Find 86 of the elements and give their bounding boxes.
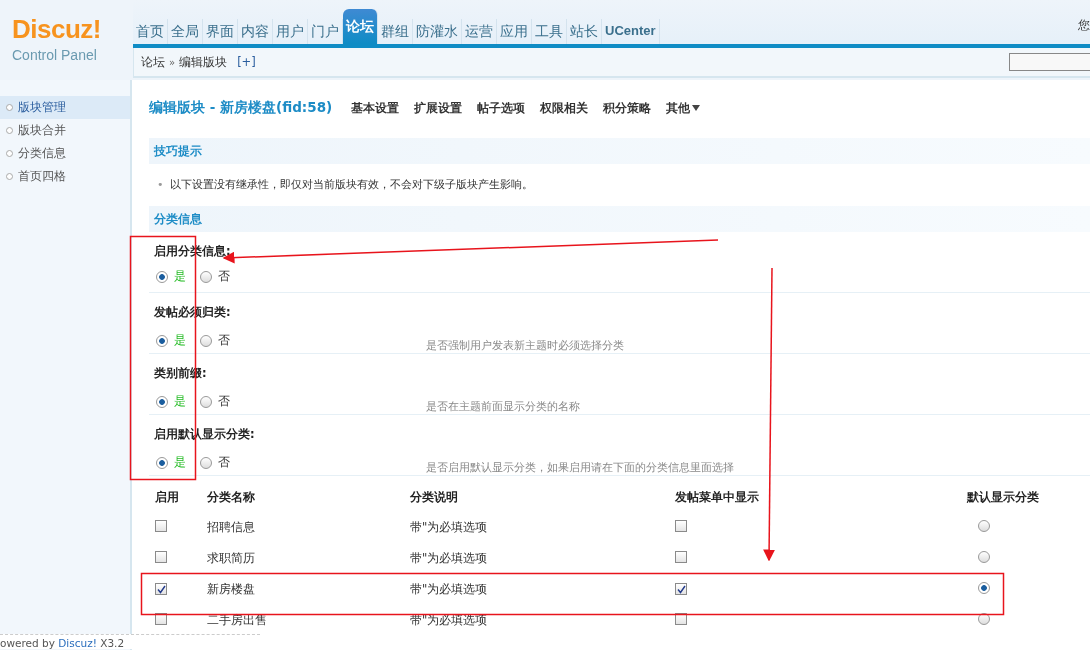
option-label: 否 [218, 394, 230, 409]
radio-button[interactable] [200, 270, 212, 283]
radio-button[interactable] [978, 520, 990, 532]
bullet-icon [6, 104, 13, 111]
column-header: 发帖菜单中显示 [674, 489, 760, 505]
checkbox[interactable] [155, 520, 167, 532]
checkbox[interactable] [155, 613, 167, 625]
section-tab[interactable]: 帖子选项 [477, 100, 526, 116]
checkbox[interactable] [155, 551, 167, 563]
footer-text: owered by Discuz! X3.2 [0, 634, 260, 649]
section-tab[interactable]: 权限相关 [540, 100, 589, 116]
section-tab[interactable]: 基本设置 [351, 100, 400, 116]
table-cell-text: 带"为必填选项 [409, 551, 489, 566]
radio-button[interactable] [978, 551, 990, 563]
option-label: 否 [218, 333, 230, 348]
option-label: 是 [174, 455, 186, 470]
radio-button[interactable] [200, 334, 212, 347]
add-shortcut-link[interactable]: [+] [237, 55, 256, 69]
nav-tab[interactable]: 首页 [133, 19, 168, 44]
radio-button[interactable] [156, 456, 168, 469]
checkbox[interactable] [675, 613, 687, 625]
checkbox[interactable] [155, 583, 167, 595]
bullet-icon [6, 127, 13, 134]
sidebar-item[interactable]: 版块合并 [0, 119, 130, 142]
setting-description: 是否启用默认显示分类，如果启用请在下面的分类信息里面选择 [426, 460, 734, 475]
option-label: 否 [218, 269, 230, 284]
caret-icon [692, 105, 701, 111]
discuz-link[interactable]: Discuz! [58, 637, 97, 649]
tip-text: 以下设置没有继承性，即仅对当前版块有效，不会对下级子版块产生影响。 [169, 176, 533, 192]
radio-button[interactable] [156, 334, 168, 347]
logo-subtitle: Control Panel [12, 48, 98, 62]
radio-button[interactable] [978, 613, 990, 625]
column-header: 启用 [154, 489, 180, 505]
more-menu[interactable]: 其他 [666, 100, 701, 116]
radio-button[interactable] [156, 395, 168, 408]
breadcrumb-item: 编辑版块 [179, 54, 228, 70]
checkbox[interactable] [675, 551, 687, 563]
radio-button[interactable] [200, 395, 212, 408]
section-heading: 技巧提示 [149, 138, 1090, 164]
nav-tab[interactable]: 全局 [168, 19, 203, 44]
column-header: 分类说明 [409, 489, 459, 505]
column-header: 分类名称 [206, 489, 256, 505]
nav-tab[interactable]: 运营 [462, 19, 497, 44]
checkbox[interactable] [675, 583, 687, 595]
nav-tab[interactable]: 站长 [567, 19, 602, 44]
radio-button[interactable] [978, 582, 990, 594]
bullet-icon [6, 173, 13, 180]
setting-description: 是否强制用户发表新主题时必须选择分类 [426, 338, 624, 353]
table-cell-text: 新房楼盘 [206, 582, 256, 597]
logo-text: Discuz! [12, 16, 102, 42]
nav-tab[interactable]: 界面 [203, 19, 238, 44]
option-label: 是 [174, 333, 186, 348]
sidebar-item[interactable]: 分类信息 [0, 142, 130, 165]
table-cell-text: 带"为必填选项 [409, 613, 489, 628]
bullet-icon [6, 150, 13, 157]
nav-tab[interactable]: 内容 [238, 19, 273, 44]
greeting-text: 您 [1078, 17, 1090, 34]
breadcrumb-item[interactable]: 论坛 [141, 54, 165, 70]
table-cell-text: 求职简历 [206, 551, 256, 566]
nav-tab[interactable]: 用户 [273, 19, 308, 44]
column-header: 默认显示分类 [966, 489, 1040, 505]
table-cell-text: 招聘信息 [206, 520, 256, 535]
radio-button[interactable] [156, 270, 168, 283]
page-title: 编辑版块 - 新房楼盘(fid:58) [149, 99, 333, 117]
section-tab[interactable]: 积分策略 [603, 100, 652, 116]
sidebar-item[interactable]: 版块管理 [0, 96, 130, 119]
setting-description: 是否在主题前面显示分类的名称 [426, 399, 580, 414]
table-cell-text: 带"为必填选项 [409, 582, 489, 597]
table-cell-text: 带"为必填选项 [409, 520, 489, 535]
nav-tab[interactable]: 工具 [532, 19, 567, 44]
option-label: 否 [218, 455, 230, 470]
checkbox[interactable] [675, 520, 687, 532]
option-label: 是 [174, 269, 186, 284]
section-tab[interactable]: 扩展设置 [414, 100, 463, 116]
radio-button[interactable] [200, 456, 212, 469]
sidebar-item[interactable]: 首页四格 [0, 165, 130, 188]
nav-tab[interactable]: 群组 [378, 19, 413, 44]
nav-tab[interactable]: UCenter [602, 19, 660, 44]
bullet-icon: • [157, 177, 164, 191]
option-label: 是 [174, 394, 186, 409]
nav-tab[interactable]: 应用 [497, 19, 532, 44]
search-field[interactable] [1009, 53, 1090, 71]
section-heading: 分类信息 [149, 206, 1090, 232]
breadcrumb-separator: » [169, 56, 176, 68]
nav-tab[interactable]: 防灌水 [413, 19, 462, 44]
nav-tab[interactable]: 论坛 [343, 9, 378, 44]
